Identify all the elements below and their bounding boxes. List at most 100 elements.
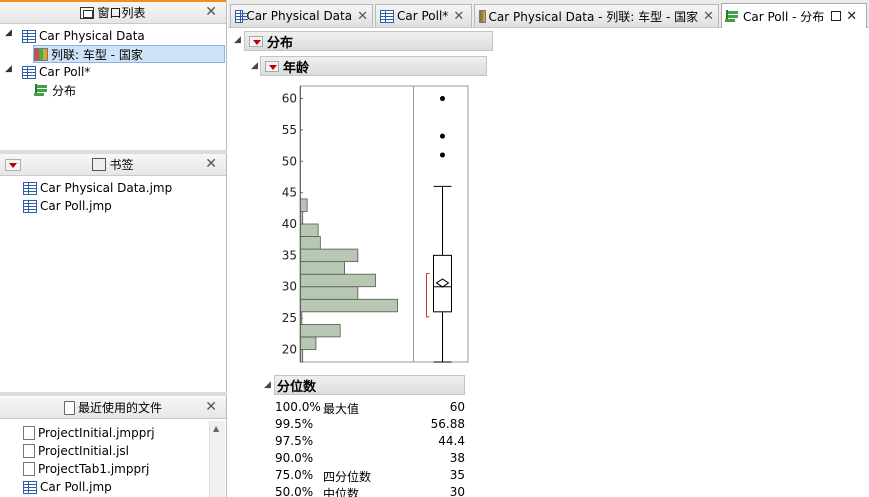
tab-contingency[interactable]: Car Physical Data - 列联: 车型 - 国家 ✕: [474, 4, 719, 27]
quantile-row: 100.0% 最大值 60: [275, 400, 465, 417]
panel-splitter[interactable]: [0, 392, 227, 396]
quantile-label: 四分位数: [323, 470, 372, 484]
histogram-bar: [300, 236, 321, 250]
quantile-pct: 75.0%: [275, 468, 314, 482]
variable-title: 年龄: [283, 60, 310, 76]
y-tick-label: 55: [282, 123, 297, 137]
quantile-value: 44.4: [438, 434, 465, 448]
tab-label: Car Physical Data: [246, 9, 353, 23]
red-triangle-menu-icon[interactable]: [249, 35, 263, 47]
quantile-pct: 97.5%: [275, 434, 314, 448]
bookmark-label: Car Poll.jmp: [40, 199, 112, 213]
recent-file-item[interactable]: Car Poll.jmp: [23, 478, 112, 496]
y-tick-label: 50: [282, 154, 297, 168]
close-icon[interactable]: ✕: [357, 9, 368, 24]
box-iqr: [433, 254, 452, 313]
bookmarks-header: 书签 ✕: [0, 154, 226, 176]
bookmark-item[interactable]: Car Poll.jmp: [23, 197, 112, 215]
quantile-row: 50.0% 中位数 30: [275, 485, 465, 497]
maximize-icon[interactable]: [831, 11, 842, 21]
scroll-up-icon[interactable]: ▲: [213, 424, 219, 433]
tab-label: Car Poll*: [397, 9, 449, 23]
quantile-row: 97.5% 44.4: [275, 434, 465, 451]
outlier-point: [440, 133, 445, 139]
quantile-pct: 50.0%: [275, 485, 314, 497]
left-sidebar: 窗口列表 ✕ ◢ Car Physical Data 列联: 车型 - 国家 ◢…: [0, 0, 227, 497]
collapse-icon[interactable]: ◢: [5, 64, 12, 74]
window-item-label: 分布: [52, 83, 77, 98]
y-tick-label: 25: [282, 311, 297, 325]
vertical-scrollbar[interactable]: ▲: [209, 421, 225, 497]
window-item-label: Car Physical Data: [39, 29, 145, 43]
window-item-distribution[interactable]: 分布: [35, 81, 76, 99]
quantiles-table: 100.0% 最大值 60 99.5% 56.88 97.5% 44.4 90.0% 38…: [275, 400, 465, 497]
window-item-contingency[interactable]: 列联: 车型 - 国家: [33, 45, 225, 63]
recent-file-label: Car Poll.jmp: [40, 480, 112, 494]
histogram-bar: [300, 311, 303, 325]
red-triangle-menu-icon[interactable]: [265, 60, 279, 72]
tab-car-poll-distribution[interactable]: Car Poll - 分布 ✕: [721, 3, 867, 28]
quantile-pct: 99.5%: [275, 417, 314, 431]
tab-bar: Car Physical Data ✕ Car Poll* ✕ Car Phys…: [228, 0, 869, 28]
y-tick-label: 60: [282, 92, 297, 106]
histogram-bar: [300, 336, 317, 350]
project-file-icon: [23, 426, 35, 440]
bookmark-icon: [92, 158, 107, 171]
histogram-bar: [300, 198, 308, 212]
histogram-bar: [300, 261, 345, 275]
report-title: 分布: [267, 35, 294, 51]
window-item-car-poll[interactable]: Car Poll*: [22, 63, 90, 81]
table-icon: [22, 29, 36, 43]
red-triangle-menu-icon[interactable]: [5, 159, 21, 171]
table-icon: [23, 181, 37, 195]
y-tick-label: 35: [282, 248, 297, 262]
recent-file-item[interactable]: ProjectInitial.jsl: [23, 442, 129, 460]
disclosure-icon[interactable]: ◢: [234, 35, 241, 45]
close-icon[interactable]: ✕: [205, 4, 217, 20]
distribution-chart: 20 25 30 35 40 45 50 55 60: [282, 85, 469, 363]
recent-file-item[interactable]: ProjectTab1.jmpprj: [23, 460, 149, 478]
report-area: ◢ 分布 ◢ 年龄 20 25 30 35 40 45 50 55 60 ◢ 分位数 100.0…: [228, 28, 869, 497]
bookmarks-title: 书签: [109, 158, 134, 172]
outlier-point: [440, 152, 445, 158]
tab-car-physical-data[interactable]: Car Physical Data ✕: [230, 4, 373, 27]
window-list-header: 窗口列表 ✕: [0, 2, 226, 24]
close-icon[interactable]: ✕: [846, 9, 857, 24]
project-file-icon: [23, 462, 35, 476]
quantiles-title: 分位数: [277, 379, 317, 395]
table-icon: [235, 9, 249, 23]
tab-car-poll[interactable]: Car Poll* ✕: [375, 4, 472, 27]
quantile-row: 90.0% 38: [275, 451, 465, 468]
variable-outline-header[interactable]: 年龄: [260, 56, 487, 76]
disclosure-icon[interactable]: ◢: [264, 380, 271, 390]
distribution-outline-header[interactable]: 分布: [244, 31, 493, 51]
bookmarks-panel: 书签 ✕ Car Physical Data.jmp Car Poll.jmp: [0, 154, 227, 392]
bookmark-label: Car Physical Data.jmp: [40, 181, 173, 195]
quantile-value: 30: [449, 485, 465, 497]
y-tick-label: 30: [282, 280, 297, 294]
bookmark-item[interactable]: Car Physical Data.jmp: [23, 179, 172, 197]
close-icon[interactable]: ✕: [205, 156, 217, 172]
close-icon[interactable]: ✕: [453, 9, 464, 24]
quantiles-outline-header[interactable]: 分位数: [274, 375, 465, 395]
tile-icon: [479, 9, 486, 23]
recent-files-panel: 最近使用的文件 ✕ ProjectInitial.jmpprj ProjectI…: [0, 397, 227, 497]
recent-file-label: ProjectInitial.jsl: [38, 444, 129, 458]
close-icon[interactable]: ✕: [703, 9, 714, 24]
recent-file-item[interactable]: ProjectInitial.jmpprj: [23, 424, 155, 442]
table-icon: [380, 9, 394, 23]
quantile-pct: 100.0%: [275, 400, 321, 414]
collapse-icon[interactable]: ◢: [5, 28, 12, 38]
script-file-icon: [23, 444, 35, 458]
recent-files-header: 最近使用的文件 ✕: [0, 397, 226, 419]
histogram-bar: [300, 323, 341, 338]
disclosure-icon[interactable]: ◢: [251, 61, 258, 71]
histogram-bar: [300, 286, 359, 300]
close-icon[interactable]: ✕: [205, 399, 217, 415]
quantile-label: 最大值: [323, 402, 360, 416]
recent-file-icon: [63, 400, 75, 415]
histogram-bar: [300, 211, 304, 225]
window-item-car-physical-data[interactable]: Car Physical Data: [22, 27, 145, 45]
window-item-label: Car Poll*: [39, 65, 91, 79]
table-icon: [22, 65, 36, 79]
